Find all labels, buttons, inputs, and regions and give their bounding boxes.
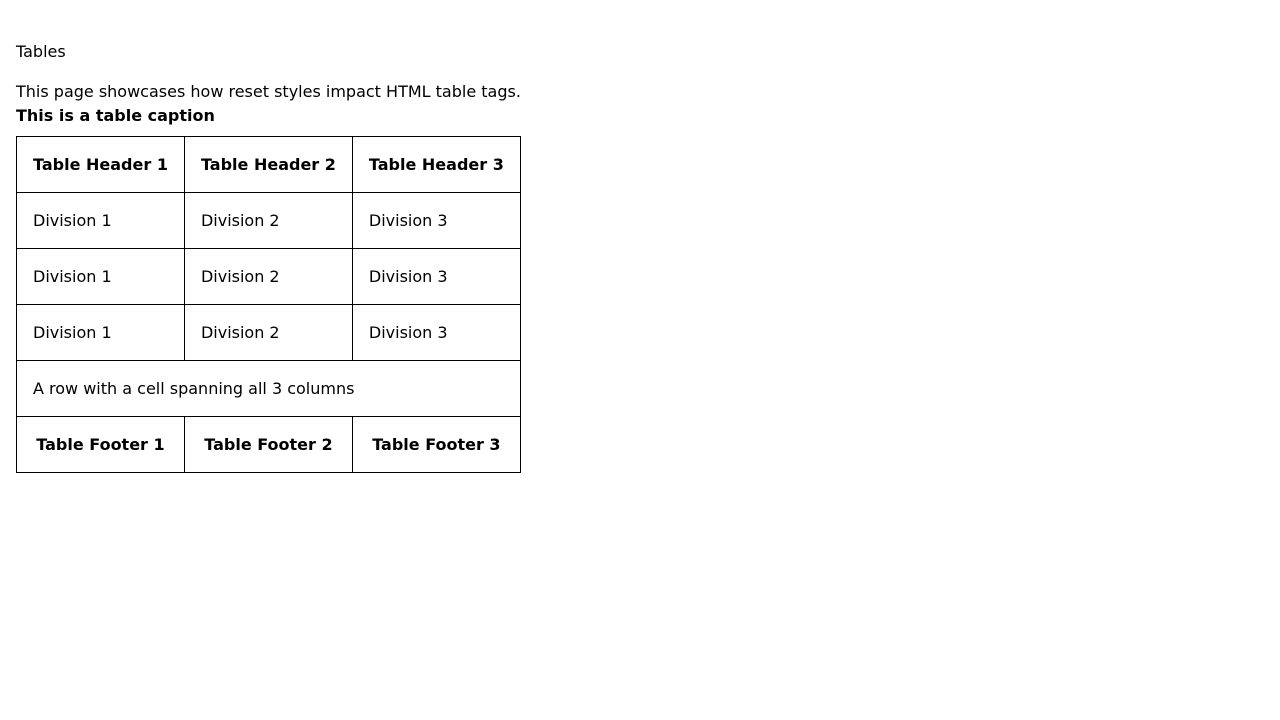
table-cell: Division 3 [351, 192, 521, 249]
table-header-cell: Table Header 3 [351, 136, 521, 193]
table-header-cell: Table Header 2 [183, 136, 353, 193]
table-cell: Division 2 [183, 192, 353, 249]
intro-text: This page showcases how reset styles imp… [16, 82, 521, 101]
table-cell: Division 2 [183, 248, 353, 305]
table-foot: Table Footer 1 Table Footer 2 Table Foot… [16, 416, 521, 473]
table-header-cell: Table Header 1 [16, 136, 185, 193]
table-row: Division 1 Division 2 Division 3 [16, 248, 521, 305]
table-cell: Division 1 [16, 304, 185, 361]
table-row: Division 1 Division 2 Division 3 [16, 304, 521, 361]
spanning-cell: A row with a cell spanning all 3 columns [16, 360, 521, 417]
table-head: Table Header 1 Table Header 2 Table Head… [16, 136, 521, 193]
table-cell: Division 3 [351, 248, 521, 305]
table-row-span: A row with a cell spanning all 3 columns [16, 360, 521, 417]
table-cell: Division 2 [183, 304, 353, 361]
table-cell: Division 3 [351, 304, 521, 361]
table-row: Division 1 Division 2 Division 3 [16, 192, 521, 249]
table-body: Division 1 Division 2 Division 3 Divisio… [16, 192, 521, 417]
table-footer-cell: Table Footer 2 [183, 416, 353, 473]
table-cell: Division 1 [16, 248, 185, 305]
demo-table: Table Header 1 Table Header 2 Table Head… [16, 136, 521, 473]
table-footer-cell: Table Footer 1 [16, 416, 185, 473]
table-footer-cell: Table Footer 3 [351, 416, 521, 473]
table-cell: Division 1 [16, 192, 185, 249]
page-title: Tables [16, 42, 66, 61]
table-caption: This is a table caption [16, 106, 215, 125]
header-row: Table Header 1 Table Header 2 Table Head… [16, 136, 521, 193]
footer-row: Table Footer 1 Table Footer 2 Table Foot… [16, 416, 521, 473]
